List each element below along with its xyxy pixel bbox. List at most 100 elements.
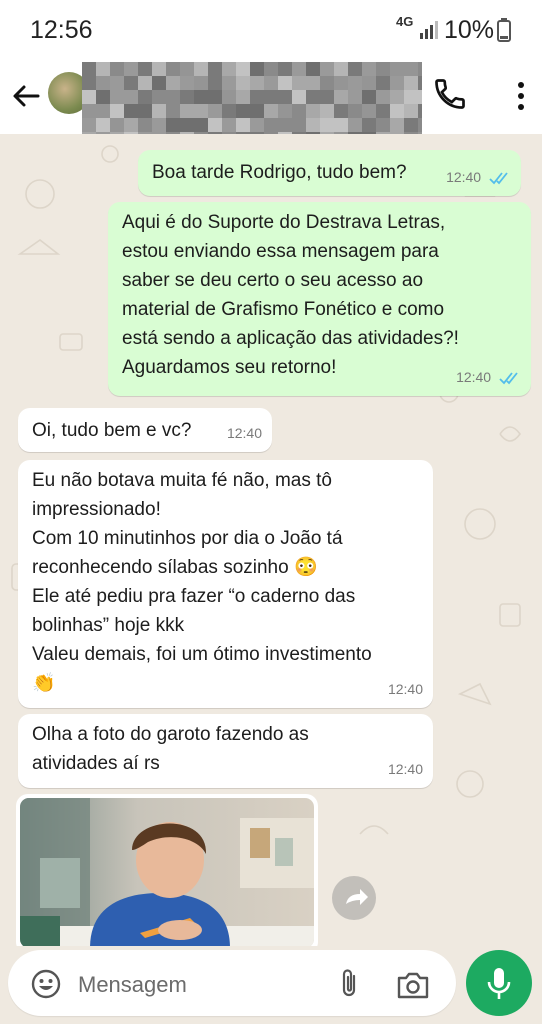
redaction-pixel <box>404 76 418 90</box>
attach-icon[interactable] <box>334 968 364 1000</box>
message-text: Olha a foto do garoto fazendo as ativida… <box>32 724 309 774</box>
message-time: 12:40 <box>456 369 492 385</box>
message-incoming[interactable]: Olha a foto do garoto fazendo as ativida… <box>18 714 433 788</box>
redaction-pixel <box>208 90 222 104</box>
redaction-pixel <box>124 76 138 90</box>
redaction-pixel <box>194 104 208 118</box>
redaction-pixel <box>390 76 404 90</box>
redaction-pixel <box>152 76 166 90</box>
message-meta: 12:40 <box>388 755 423 784</box>
redaction-pixel <box>404 90 418 104</box>
redaction-pixel <box>404 118 418 132</box>
redaction-pixel <box>110 62 124 76</box>
mic-button[interactable] <box>466 950 532 1016</box>
redaction-pixel <box>376 104 390 118</box>
redaction-pixel <box>194 90 208 104</box>
redaction-pixel <box>320 76 334 90</box>
message-text: Oi, tudo bem e vc? <box>32 420 192 441</box>
redaction-pixel <box>208 62 222 76</box>
redaction-pixel <box>96 90 110 104</box>
redaction-pixel <box>250 76 264 90</box>
redaction-pixel <box>320 90 334 104</box>
redaction-pixel <box>236 62 250 76</box>
redaction-pixel <box>306 104 320 118</box>
camera-icon[interactable] <box>396 970 430 1000</box>
redaction-pixel <box>222 104 236 118</box>
redaction-pixel <box>334 76 348 90</box>
redaction-pixel <box>348 104 362 118</box>
message-time: 12:40 <box>387 761 423 777</box>
message-composer: Mensagem <box>0 946 542 1024</box>
redaction-pixel <box>82 62 96 76</box>
redaction-pixel <box>418 118 422 132</box>
status-time: 12:56 <box>30 16 93 44</box>
redaction-pixel <box>278 118 292 132</box>
redaction-pixel <box>278 62 292 76</box>
redaction-pixel <box>362 90 376 104</box>
battery-icon <box>497 18 511 42</box>
redaction-pixel <box>264 90 278 104</box>
photo-boy-drawing <box>20 798 314 946</box>
redaction-pixel <box>376 90 390 104</box>
redaction-pixel <box>110 76 124 90</box>
redaction-pixel <box>376 62 390 76</box>
message-outgoing[interactable]: Boa tarde Rodrigo, tudo bem? 12:40 <box>138 150 521 196</box>
redaction-pixel <box>152 118 166 132</box>
message-placeholder: Mensagem <box>78 972 187 997</box>
redaction-pixel <box>292 76 306 90</box>
emoji-icon[interactable] <box>30 968 62 1000</box>
back-arrow-icon[interactable] <box>10 80 42 112</box>
message-incoming[interactable]: Eu não botava muita fé não, mas tô impre… <box>18 460 433 708</box>
battery-percent: 10% <box>444 16 495 44</box>
redaction-pixel <box>222 62 236 76</box>
redaction-pixel <box>166 76 180 90</box>
message-time: 12:40 <box>226 425 262 441</box>
message-photo[interactable] <box>20 798 314 946</box>
redaction-pixel <box>306 76 320 90</box>
redaction-pixel <box>292 104 306 118</box>
phone-icon[interactable] <box>432 76 468 112</box>
redaction-pixel <box>404 62 418 76</box>
message-time: 12:40 <box>446 169 482 185</box>
redaction-pixel <box>292 62 306 76</box>
redaction-pixel <box>96 76 110 90</box>
redaction-pixel <box>138 76 152 90</box>
read-ticks-icon <box>489 172 508 185</box>
image-message[interactable] <box>16 794 318 946</box>
redaction-pixel <box>222 118 236 132</box>
network-type: 4G <box>396 14 414 29</box>
redaction-pixel <box>180 62 194 76</box>
redaction-pixel <box>320 104 334 118</box>
redaction-pixel <box>180 104 194 118</box>
redaction-pixel <box>124 104 138 118</box>
message-text: Aqui é do Suporte do Destrava Letras, es… <box>122 212 459 378</box>
redaction-pixel <box>152 90 166 104</box>
redaction-pixel <box>390 62 404 76</box>
more-vert-icon[interactable] <box>506 76 536 116</box>
redaction-pixel <box>194 76 208 90</box>
redaction-pixel <box>306 90 320 104</box>
contact-name-redacted[interactable] <box>82 62 422 134</box>
forward-button[interactable] <box>332 876 376 920</box>
chat-area[interactable]: Boa tarde Rodrigo, tudo bem? 12:40 Aqui … <box>0 134 542 946</box>
redaction-pixel <box>110 118 124 132</box>
redaction-pixel <box>348 90 362 104</box>
redaction-pixel <box>208 76 222 90</box>
redaction-pixel <box>404 104 418 118</box>
message-input[interactable]: Mensagem <box>8 950 456 1016</box>
redaction-pixel <box>166 104 180 118</box>
redaction-pixel <box>376 118 390 132</box>
redaction-pixel <box>390 118 404 132</box>
message-incoming[interactable]: Oi, tudo bem e vc? 12:40 <box>18 408 272 452</box>
message-meta: 12:40 <box>388 675 423 704</box>
redaction-pixel <box>194 118 208 132</box>
redaction-pixel <box>292 90 306 104</box>
redaction-pixel <box>82 76 96 90</box>
redaction-pixel <box>138 104 152 118</box>
message-meta: 12:40 <box>446 163 511 192</box>
redaction-pixel <box>320 62 334 76</box>
message-text: Eu não botava muita fé não, mas tô impre… <box>32 470 372 694</box>
message-outgoing[interactable]: Aqui é do Suporte do Destrava Letras, es… <box>108 202 531 396</box>
redaction-pixel <box>334 90 348 104</box>
redaction-pixel <box>362 62 376 76</box>
